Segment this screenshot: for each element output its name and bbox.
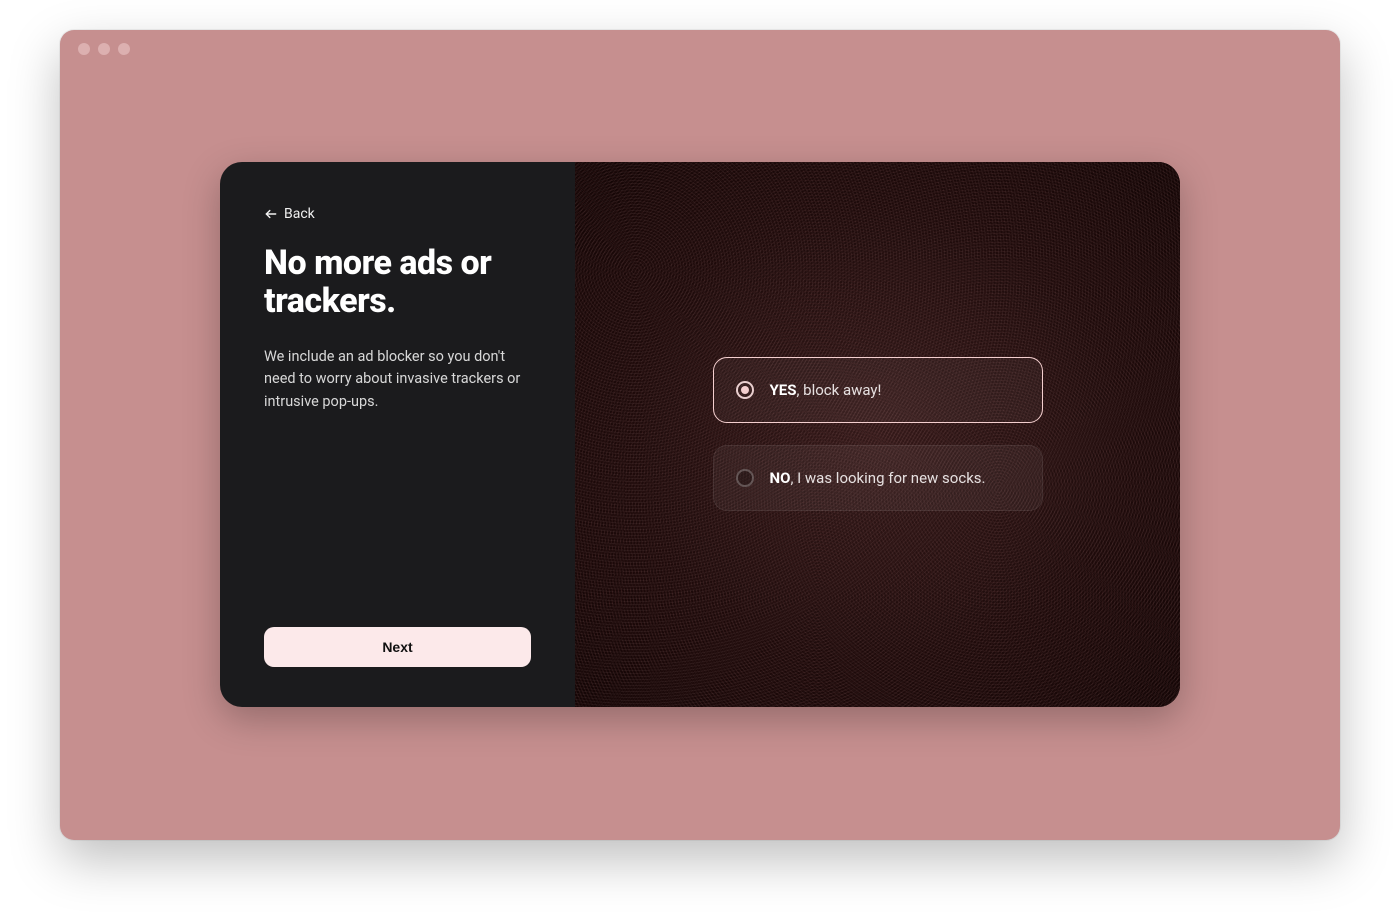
radio-selected-icon xyxy=(736,381,754,399)
window-titlebar xyxy=(60,30,1340,68)
page-title: No more ads or trackers. xyxy=(264,244,531,320)
window-minimize-icon[interactable] xyxy=(98,43,110,55)
option-yes[interactable]: YES, block away! xyxy=(713,357,1043,423)
content-area: Back No more ads or trackers. We include… xyxy=(60,68,1340,840)
back-label: Back xyxy=(284,206,315,222)
arrow-left-icon xyxy=(264,207,278,221)
page-description: We include an ad blocker so you don't ne… xyxy=(264,346,524,413)
option-no-strong: NO xyxy=(770,469,791,487)
window-zoom-icon[interactable] xyxy=(118,43,130,55)
window-close-icon[interactable] xyxy=(78,43,90,55)
option-yes-rest: , block away! xyxy=(796,381,881,399)
option-yes-strong: YES xyxy=(770,381,797,399)
option-yes-label: YES, block away! xyxy=(770,381,882,399)
left-panel: Back No more ads or trackers. We include… xyxy=(220,162,575,707)
option-no-label: NO, I was looking for new socks. xyxy=(770,469,986,487)
option-no[interactable]: NO, I was looking for new socks. xyxy=(713,445,1043,511)
radio-unselected-icon xyxy=(736,469,754,487)
option-no-rest: , I was looking for new socks. xyxy=(790,469,985,487)
onboarding-card: Back No more ads or trackers. We include… xyxy=(220,162,1180,707)
next-button[interactable]: Next xyxy=(264,627,531,667)
right-panel: YES, block away! NO, I was looking for n… xyxy=(575,162,1180,707)
back-button[interactable]: Back xyxy=(264,206,315,222)
app-window: Back No more ads or trackers. We include… xyxy=(60,30,1340,840)
